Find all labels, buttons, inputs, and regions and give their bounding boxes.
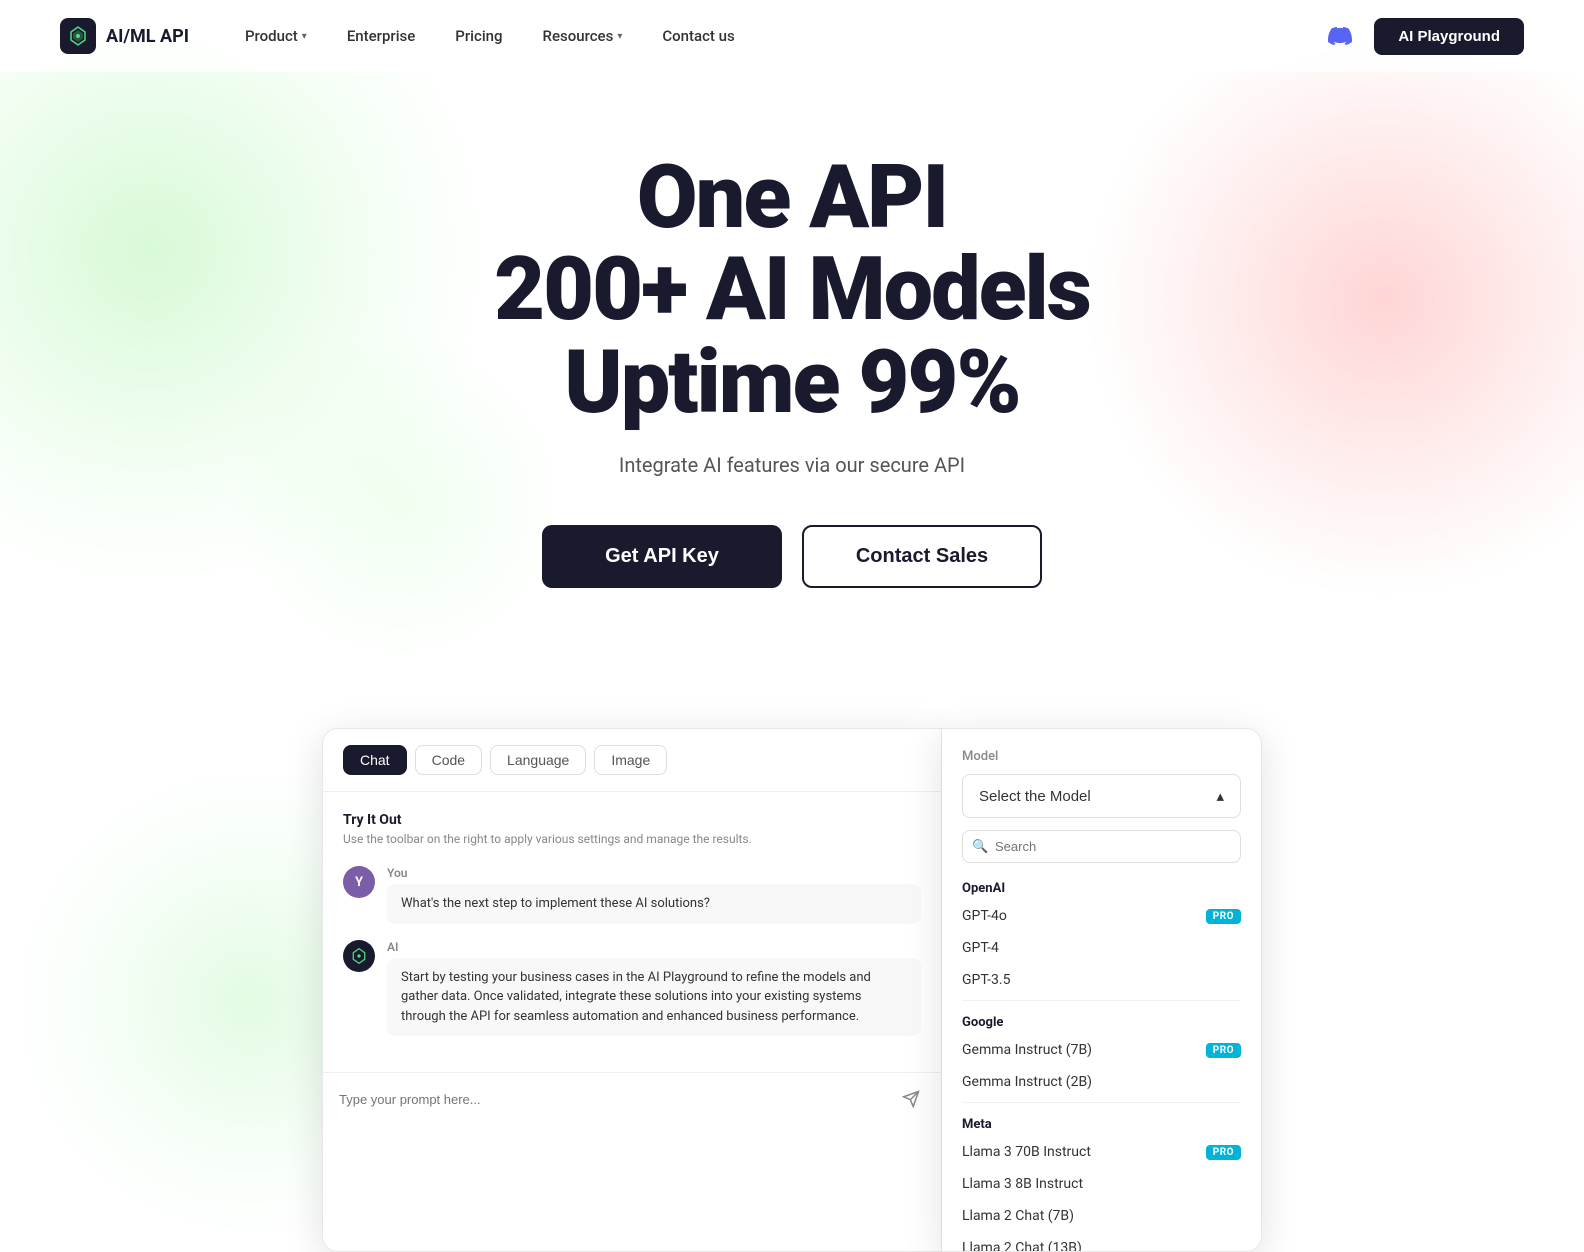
try-it-desc: Use the toolbar on the right to apply va… (343, 832, 921, 846)
search-icon: 🔍 (972, 839, 988, 854)
chevron-up-icon: ▴ (1216, 787, 1224, 805)
model-llama3-70b[interactable]: Llama 3 70B Instruct PRO (950, 1136, 1253, 1168)
navbar: AI/ML API Product ▾ Enterprise Pricing R… (0, 0, 1584, 72)
nav-contact[interactable]: Contact us (646, 19, 750, 53)
model-llama3-8b[interactable]: Llama 3 8B Instruct (950, 1168, 1253, 1200)
model-llama2-13b[interactable]: Llama 2 Chat (13B) (950, 1232, 1253, 1251)
user-message-text: What's the next step to implement these … (387, 884, 921, 924)
user-avatar: Y (343, 866, 375, 898)
ai-message-text: Start by testing your business cases in … (387, 958, 921, 1037)
chat-input-area (323, 1072, 941, 1125)
group-google-label: Google (950, 1005, 1253, 1034)
user-sender-label: You (387, 866, 921, 880)
hero-section: One API 200+ AI Models Uptime 99% Integr… (0, 72, 1584, 728)
demo-section: Chat Code Language Image Try It Out Use … (0, 728, 1584, 1252)
model-label: Model (962, 749, 1241, 764)
model-search: 🔍 (962, 830, 1241, 863)
chat-body: Try It Out Use the toolbar on the right … (323, 792, 941, 1072)
ai-message: AI Start by testing your business cases … (343, 940, 921, 1037)
model-panel: Model Select the Model ▴ 🔍 OpenAI GPT-4o… (942, 728, 1262, 1252)
divider (962, 1000, 1241, 1001)
contact-sales-button[interactable]: Contact Sales (802, 525, 1042, 588)
nav-enterprise[interactable]: Enterprise (331, 19, 431, 53)
hero-subtitle: Integrate AI features via our secure API (60, 453, 1524, 477)
hero-buttons: Get API Key Contact Sales (60, 525, 1524, 588)
navbar-left: AI/ML API Product ▾ Enterprise Pricing R… (60, 18, 751, 54)
model-gpt4[interactable]: GPT-4 (950, 932, 1253, 964)
ai-playground-button[interactable]: AI Playground (1374, 18, 1524, 55)
discord-icon[interactable] (1322, 18, 1358, 54)
try-it-out: Try It Out Use the toolbar on the right … (343, 812, 921, 846)
navbar-right: AI Playground (1322, 18, 1524, 55)
tab-chat[interactable]: Chat (343, 745, 407, 775)
chevron-down-icon: ▾ (302, 31, 307, 42)
ai-sender-label: AI (387, 940, 921, 954)
pro-badge: PRO (1206, 1145, 1241, 1160)
model-gpt35[interactable]: GPT-3.5 (950, 964, 1253, 996)
model-gemma-7b[interactable]: Gemma Instruct (7B) PRO (950, 1034, 1253, 1066)
ai-message-content: AI Start by testing your business cases … (387, 940, 921, 1037)
model-gemma-2b[interactable]: Gemma Instruct (2B) (950, 1066, 1253, 1098)
nav-pricing[interactable]: Pricing (439, 19, 518, 53)
pro-badge: PRO (1206, 909, 1241, 924)
hero-title: One API 200+ AI Models Uptime 99% (60, 152, 1524, 429)
chat-input[interactable] (339, 1092, 887, 1107)
tab-image[interactable]: Image (594, 745, 667, 775)
tab-code[interactable]: Code (415, 745, 482, 775)
nav-links: Product ▾ Enterprise Pricing Resources ▾… (229, 19, 751, 53)
tab-language[interactable]: Language (490, 745, 586, 775)
model-panel-header: Model Select the Model ▴ (942, 729, 1261, 818)
model-select-button[interactable]: Select the Model ▴ (962, 774, 1241, 818)
user-message-content: You What's the next step to implement th… (387, 866, 921, 924)
model-gpt4o[interactable]: GPT-4o PRO (950, 900, 1253, 932)
get-api-key-button[interactable]: Get API Key (542, 525, 782, 588)
user-message: Y You What's the next step to implement … (343, 866, 921, 924)
divider (962, 1102, 1241, 1103)
logo-icon (60, 18, 96, 54)
group-meta-label: Meta (950, 1107, 1253, 1136)
model-llama2-7b[interactable]: Llama 2 Chat (7B) (950, 1200, 1253, 1232)
try-it-title: Try It Out (343, 812, 921, 828)
pro-badge: PRO (1206, 1043, 1241, 1058)
nav-resources[interactable]: Resources ▾ (527, 19, 639, 53)
chat-tabs: Chat Code Language Image (323, 729, 941, 792)
model-search-input[interactable] (962, 830, 1241, 863)
group-openai-label: OpenAI (950, 871, 1253, 900)
logo[interactable]: AI/ML API (60, 18, 189, 54)
send-button[interactable] (897, 1085, 925, 1113)
logo-text: AI/ML API (106, 26, 189, 47)
chat-window: Chat Code Language Image Try It Out Use … (322, 728, 942, 1252)
nav-product[interactable]: Product ▾ (229, 19, 323, 53)
chevron-down-icon: ▾ (617, 31, 622, 42)
ai-avatar (343, 940, 375, 972)
model-list: OpenAI GPT-4o PRO GPT-4 GPT-3.5 Google G… (942, 871, 1261, 1251)
